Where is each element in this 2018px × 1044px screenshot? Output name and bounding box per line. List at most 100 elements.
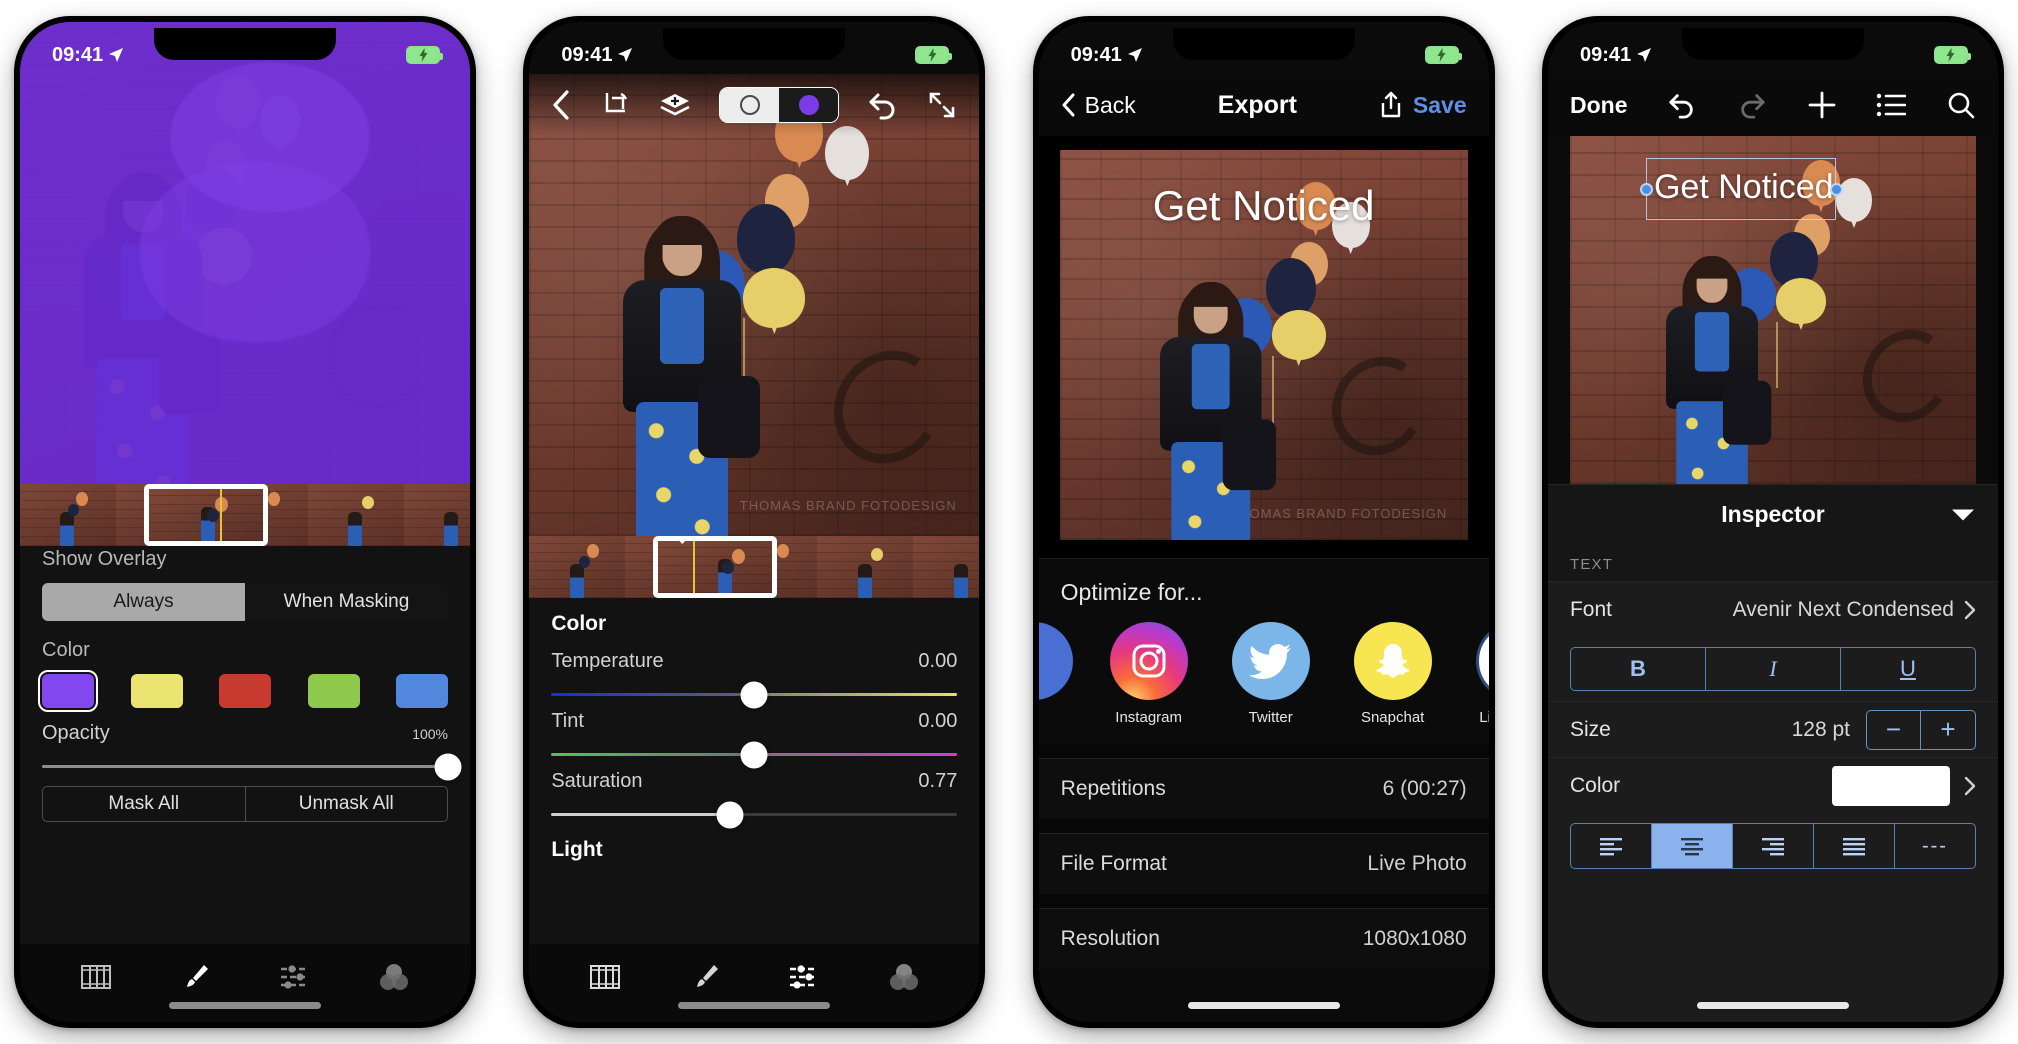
filmstrip-tab[interactable] [75, 960, 117, 994]
opacity-slider-row[interactable]: Opacity 100% [20, 722, 470, 780]
social-partial-facebook[interactable] [1038, 622, 1073, 700]
add-button[interactable] [1807, 90, 1837, 120]
row-repetitions[interactable]: Repetitions 6 (00:27) [1038, 758, 1489, 819]
social-twitter[interactable]: Twitter [1225, 622, 1317, 726]
brush-tab[interactable] [684, 960, 726, 994]
swatch-blue[interactable] [396, 674, 448, 708]
share-up-icon[interactable] [1379, 91, 1403, 119]
color-swatch-row[interactable] [38, 670, 448, 712]
tint-knob[interactable] [740, 741, 768, 768]
done-button[interactable]: Done [1570, 92, 1628, 119]
phone-2-color-adjust: 09:41 THOMAS BRAND FOTODESIGN Color Temp… [523, 16, 986, 1028]
temperature-knob[interactable] [740, 681, 768, 708]
temperature-track[interactable] [551, 681, 958, 708]
export-options-panel: Optimize for... Instagram Twitter Snapch… [1038, 559, 1489, 1022]
bottom-tab-bar-2[interactable] [529, 944, 980, 1022]
crop-rotate-button[interactable] [599, 89, 631, 121]
size-decrement-button[interactable]: − [1867, 710, 1921, 749]
font-row[interactable]: Font Avenir Next Condensed [1547, 581, 1998, 637]
filmstrip-frame[interactable] [404, 484, 470, 546]
adjust-tab[interactable] [783, 960, 825, 994]
brush-tab[interactable] [174, 960, 216, 994]
bold-button[interactable]: B [1571, 648, 1706, 690]
unmask-all-button[interactable]: Unmask All [244, 786, 448, 822]
swatch-yellow[interactable] [130, 674, 183, 708]
toggle-option-on[interactable] [779, 88, 839, 122]
document-canvas[interactable]: Get Noticed [1569, 136, 1976, 484]
text-selection-box[interactable] [1645, 158, 1836, 220]
filmstrip-2[interactable] [529, 536, 980, 598]
adjust-tab[interactable] [274, 960, 316, 994]
segment-always[interactable]: Always [42, 583, 245, 621]
size-stepper[interactable]: − + [1865, 709, 1976, 750]
toggle-option-off[interactable] [720, 88, 780, 122]
filmstrip-frame[interactable] [20, 484, 116, 546]
mask-toggle-switch[interactable] [719, 87, 840, 123]
list-button[interactable] [1876, 92, 1907, 118]
selection-handle-left[interactable] [1639, 183, 1653, 196]
color-swatch[interactable] [1831, 765, 1950, 806]
show-overlay-segmented-control[interactable]: Always When Masking [42, 583, 448, 621]
selection-handle-right[interactable] [1829, 183, 1843, 196]
search-button[interactable] [1946, 90, 1976, 120]
filmstrip-frame[interactable] [913, 536, 980, 598]
text-style-buttons[interactable]: B I U [1569, 647, 1976, 691]
saturation-knob[interactable] [716, 801, 744, 828]
saturation-track[interactable] [551, 801, 958, 828]
swatch-red[interactable] [219, 674, 271, 708]
undo-button[interactable] [1667, 91, 1697, 119]
opacity-track[interactable] [42, 753, 462, 780]
row-file-format[interactable]: File Format Live Photo [1038, 833, 1489, 894]
align-justify-button[interactable] [1814, 824, 1895, 868]
photo-canvas-masked[interactable] [20, 22, 470, 484]
bottom-tab-bar-1[interactable] [20, 944, 470, 1022]
filmstrip-current-frame[interactable] [653, 536, 778, 598]
align-left-button[interactable] [1571, 824, 1652, 868]
export-nav-bar[interactable]: Back Export Save [1038, 74, 1489, 136]
text-alignment-bar[interactable]: --- [1569, 823, 1976, 869]
italic-button[interactable]: I [1706, 648, 1841, 690]
tint-slider-row[interactable]: Tint 0.00 [529, 710, 979, 768]
inspector-header[interactable]: Inspector [1547, 484, 1998, 544]
swatch-green[interactable] [307, 674, 360, 708]
color-tab[interactable] [373, 960, 415, 994]
segment-when-masking[interactable]: When Masking [245, 583, 448, 621]
mask-action-buttons[interactable]: Mask All Unmask All [42, 786, 448, 822]
document-toolbar[interactable]: Done [1547, 74, 1998, 136]
editor-toolbar[interactable] [529, 74, 980, 136]
filmstrip-frame[interactable] [529, 536, 626, 598]
back-button[interactable] [551, 89, 571, 121]
social-instagram[interactable]: Instagram [1103, 622, 1195, 726]
filmstrip-1[interactable] [20, 484, 470, 546]
filmstrip-frame[interactable] [308, 484, 404, 546]
undo-button[interactable] [867, 90, 899, 120]
size-row[interactable]: Size 128 pt − + [1547, 701, 1998, 757]
fullscreen-button[interactable] [927, 90, 957, 120]
social-target-row[interactable]: Instagram Twitter Snapchat L [1038, 606, 1489, 744]
social-snapchat[interactable]: Snapchat [1347, 622, 1439, 726]
swatch-purple[interactable] [38, 670, 98, 712]
back-button[interactable]: Back [1061, 92, 1136, 119]
align-right-button[interactable] [1733, 824, 1814, 868]
redo-button[interactable] [1737, 91, 1767, 119]
size-increment-button[interactable]: + [1921, 711, 1975, 749]
opacity-knob[interactable] [434, 753, 462, 780]
social-live-photo[interactable]: Live Photo [1469, 622, 1489, 726]
filmstrip-tab[interactable] [584, 960, 626, 994]
filmstrip-current-frame[interactable] [144, 484, 268, 546]
color-tab[interactable] [883, 960, 925, 994]
row-resolution[interactable]: Resolution 1080x1080 [1038, 908, 1489, 969]
underline-button[interactable]: U [1841, 648, 1975, 690]
save-button[interactable]: Save [1413, 92, 1467, 119]
chevron-down-icon[interactable] [1950, 501, 1976, 528]
layers-add-button[interactable] [659, 92, 691, 118]
align-center-button[interactable] [1651, 824, 1733, 868]
mask-all-button[interactable]: Mask All [42, 786, 245, 822]
photo-canvas-2[interactable]: THOMAS BRAND FOTODESIGN [529, 74, 980, 536]
tint-track[interactable] [551, 741, 958, 768]
align-none-button[interactable]: --- [1895, 824, 1975, 868]
filmstrip-frame[interactable] [817, 536, 914, 598]
saturation-slider-row[interactable]: Saturation 0.77 [529, 770, 979, 828]
color-row[interactable]: Color [1547, 757, 1998, 813]
temperature-slider-row[interactable]: Temperature 0.00 [529, 650, 979, 708]
